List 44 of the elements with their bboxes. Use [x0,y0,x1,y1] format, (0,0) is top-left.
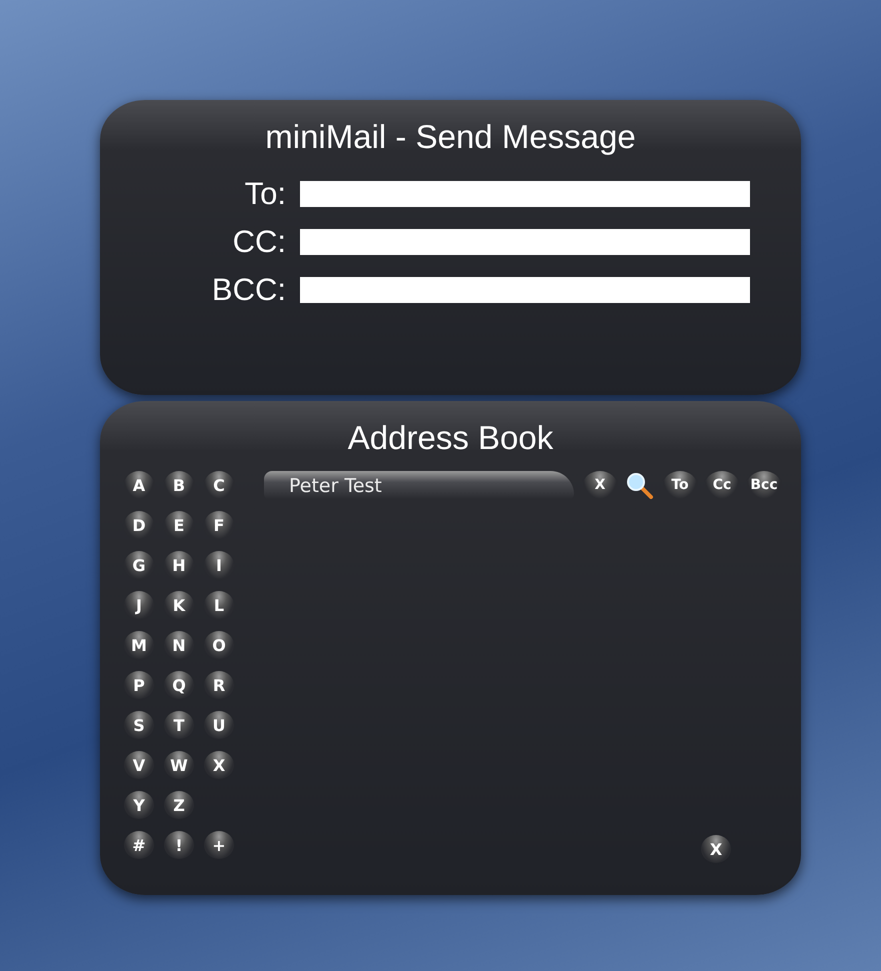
input-field[interactable] [300,229,750,255]
letter-button[interactable]: Y [124,791,154,819]
letter-button[interactable]: K [164,591,194,619]
field-label: CC: [232,224,286,260]
letter-button[interactable]: U [204,711,234,739]
letter-button[interactable]: M [124,631,154,659]
letter-button[interactable]: S [124,711,154,739]
letter-button[interactable]: Z [164,791,194,819]
search-icon[interactable] [625,471,655,499]
close-button[interactable]: X [701,835,731,863]
action-button[interactable]: Cc [705,471,739,499]
action-button[interactable]: X [583,471,617,499]
letter-button[interactable]: B [164,471,194,499]
panel-title: Address Book [346,418,554,458]
letter-button[interactable]: N [164,631,194,659]
letter-button[interactable]: J [124,591,154,619]
letter-button[interactable]: C [204,471,234,499]
input-field[interactable] [300,181,750,207]
letter-button[interactable]: W [164,751,194,779]
letter-button[interactable]: X [204,751,234,779]
letter-button[interactable]: D [124,511,154,539]
panel-title: miniMail - Send Message [264,117,637,157]
letter-button[interactable]: ! [164,831,194,859]
letter-button[interactable]: + [204,831,234,859]
input-field[interactable] [300,277,750,303]
letter-button[interactable]: R [204,671,234,699]
letter-button[interactable]: E [164,511,194,539]
letter-button[interactable]: H [164,551,194,579]
letter-button[interactable]: I [204,551,234,579]
letter-button[interactable]: F [204,511,234,539]
letter-button[interactable]: A [124,471,154,499]
action-button[interactable]: Bcc [747,471,781,499]
letter-button[interactable]: # [124,831,154,859]
action-button[interactable]: To [663,471,697,499]
letter-button[interactable]: V [124,751,154,779]
letter-button[interactable]: G [124,551,154,579]
letter-button[interactable]: T [164,711,194,739]
field-label: BCC: [210,272,286,308]
letter-button[interactable]: O [204,631,234,659]
letter-button[interactable]: P [124,671,154,699]
letter-button[interactable]: Q [164,671,194,699]
contact-item[interactable]: Peter Test [264,471,574,499]
letter-button[interactable]: L [204,591,234,619]
field-label: To: [244,176,286,212]
